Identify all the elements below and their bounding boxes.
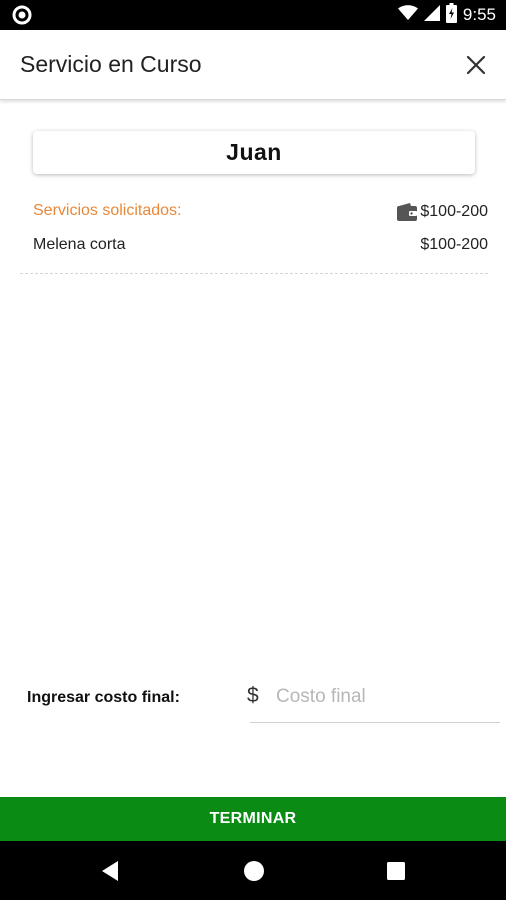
wifi-icon <box>397 4 418 26</box>
wallet-icon <box>396 202 418 222</box>
close-icon <box>466 55 486 75</box>
status-icons: 9:55 <box>397 2 496 28</box>
currency-symbol: $ <box>247 684 259 707</box>
list-item: Melena corta $100-200 <box>33 235 488 257</box>
back-icon <box>102 861 118 881</box>
service-name: Melena corta <box>33 236 126 253</box>
recents-button[interactable] <box>384 859 408 883</box>
app-bar: Servicio en Curso <box>0 30 506 100</box>
status-bar: 9:55 <box>0 0 506 30</box>
input-underline <box>250 722 500 723</box>
recents-icon <box>387 862 405 880</box>
page-title: Servicio en Curso <box>20 51 202 77</box>
final-cost-label: Ingresar costo final: <box>27 689 180 706</box>
service-price: $100-200 <box>420 236 488 253</box>
home-button[interactable] <box>242 859 266 883</box>
services-label: Servicios solicitados: <box>33 202 182 219</box>
services-total-value: $100-200 <box>420 203 488 220</box>
divider <box>20 273 488 274</box>
status-time: 9:55 <box>462 5 496 24</box>
back-button[interactable] <box>98 859 122 883</box>
services-total: $100-200 <box>396 202 488 222</box>
battery-icon <box>445 2 457 28</box>
circle-notification-icon <box>12 5 32 25</box>
navigation-bar <box>0 841 506 900</box>
final-cost-input[interactable] <box>276 680 500 714</box>
client-name: Juan <box>226 139 282 165</box>
finish-button[interactable]: TERMINAR <box>0 797 506 841</box>
close-button[interactable] <box>460 49 492 81</box>
home-icon <box>244 861 264 881</box>
signal-icon <box>423 4 440 26</box>
services-header: Servicios solicitados: $100-200 <box>33 200 488 224</box>
client-card: Juan <box>33 131 475 174</box>
